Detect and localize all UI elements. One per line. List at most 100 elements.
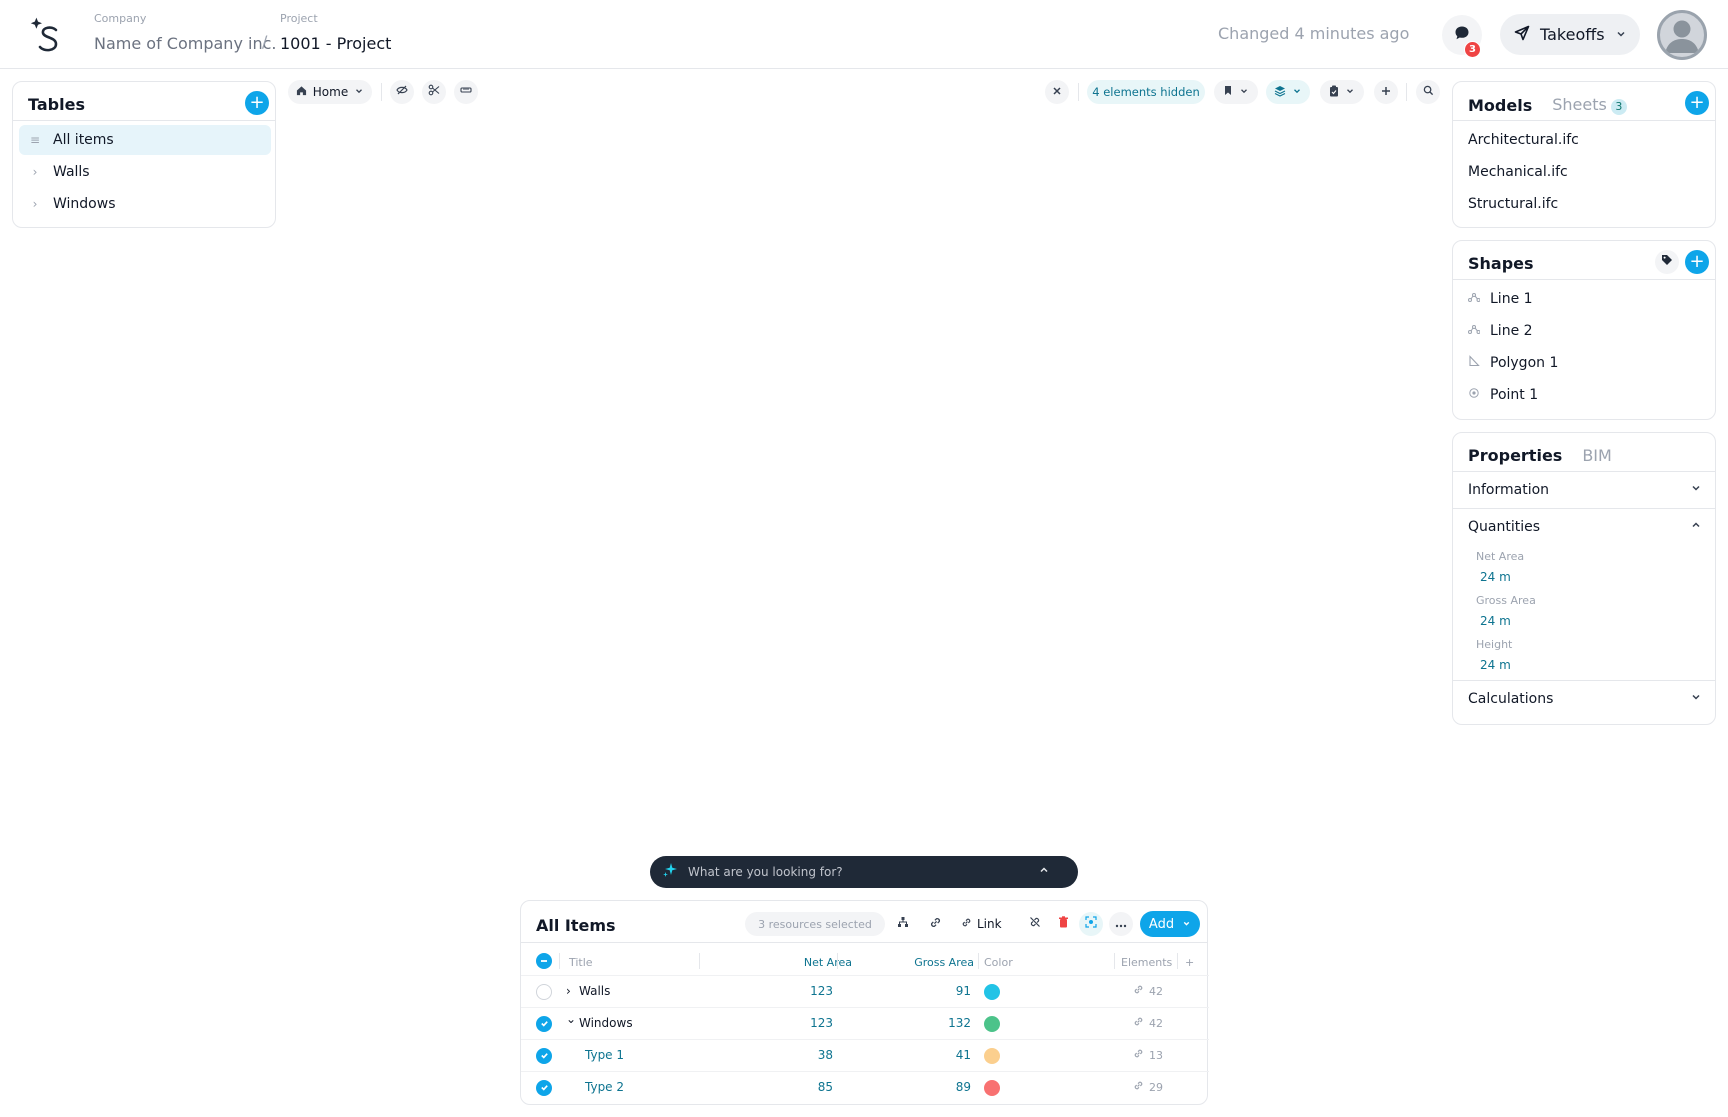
chevron-down-icon (354, 85, 364, 99)
model-item[interactable]: Architectural.ifc (1468, 132, 1579, 148)
check-icon (540, 1048, 549, 1064)
focus-selection-button[interactable] (1079, 912, 1103, 936)
model-item[interactable]: Structural.ifc (1468, 196, 1558, 212)
tab-sheets-label: Sheets (1552, 95, 1607, 114)
row-elements[interactable]: 42 (1133, 1016, 1163, 1030)
layers-icon (1274, 85, 1286, 100)
column-header-net-area[interactable]: Net Area (784, 956, 852, 969)
shape-item-polygon-1[interactable]: Polygon 1 (1468, 355, 1558, 371)
column-divider (559, 953, 560, 969)
company-breadcrumb[interactable]: Company Name of Company inc. (94, 12, 276, 53)
link-settings-button[interactable] (923, 912, 947, 936)
add-dropdown-button[interactable]: Add (1140, 911, 1200, 937)
home-view-dropdown[interactable]: Home (288, 80, 372, 104)
table-row[interactable]: Type 1 38 41 13 (521, 1039, 1209, 1071)
clipboard-dropdown[interactable] (1320, 80, 1364, 104)
shape-item-line-2[interactable]: Line 2 (1468, 323, 1533, 339)
hidden-elements-label: 4 elements hidden (1092, 85, 1200, 99)
chevron-down-icon (1239, 85, 1249, 99)
more-icon (1115, 916, 1127, 932)
zoom-button[interactable] (1416, 80, 1440, 104)
row-elements[interactable]: 13 (1133, 1048, 1163, 1062)
project-breadcrumb[interactable]: Project 1001 - Project (280, 12, 391, 53)
unlink-button[interactable] (1023, 912, 1047, 936)
row-net-area: 85 (817, 1080, 833, 1094)
column-header-color[interactable]: Color (984, 956, 1013, 969)
table-item-walls[interactable]: › Walls (19, 157, 271, 187)
measure-button[interactable] (454, 80, 478, 104)
calculations-section-toggle[interactable]: Calculations (1468, 691, 1702, 707)
chevron-down-icon (1292, 85, 1302, 99)
quantity-value: 24 m (1480, 570, 1511, 584)
table-item-windows[interactable]: › Windows (19, 189, 271, 219)
app-logo[interactable] (30, 16, 64, 54)
shapes-panel: Shapes + Line 1 Line 2 Polygon 1 Point 1 (1452, 240, 1716, 420)
column-header-elements[interactable]: Elements (1121, 956, 1172, 969)
link-button[interactable]: Link (961, 912, 1002, 936)
information-section-toggle[interactable]: Information (1468, 482, 1702, 498)
add-shape-button[interactable]: + (1685, 250, 1709, 274)
chevron-right-icon[interactable]: › (29, 197, 41, 211)
ai-search-bar[interactable] (650, 856, 1078, 888)
chevron-down-icon (1690, 691, 1702, 707)
link-label: Link (977, 917, 1002, 931)
row-checkbox[interactable] (536, 1048, 552, 1064)
plus-icon: + (1689, 251, 1705, 272)
table-row[interactable]: › Walls 123 91 42 (521, 975, 1209, 1007)
row-color-swatch[interactable] (984, 1048, 1000, 1064)
row-net-area: 38 (817, 1048, 833, 1062)
add-column-button[interactable]: + (1185, 956, 1194, 969)
hide-toggle-button[interactable] (390, 80, 414, 104)
row-expander-icon[interactable]: ⌄ (566, 1012, 576, 1026)
chevron-right-icon[interactable]: › (29, 165, 41, 179)
project-name: 1001 - Project (280, 34, 392, 53)
shape-label: Polygon 1 (1490, 355, 1559, 371)
section-cut-button[interactable] (422, 80, 446, 104)
column-header-gross-area[interactable]: Gross Area (904, 956, 974, 969)
company-label: Company (94, 12, 147, 25)
select-all-checkbox[interactable] (536, 953, 552, 969)
table-item-all-items[interactable]: ≡ All items (19, 125, 271, 155)
search-input[interactable] (688, 865, 1028, 879)
toolbar-divider (381, 83, 382, 101)
tag-icon (1661, 254, 1673, 270)
column-header-title[interactable]: Title (569, 956, 593, 969)
clear-hidden-button[interactable] (1045, 80, 1069, 104)
tab-sheets[interactable]: Sheets 3 (1552, 95, 1627, 115)
table-item-label: Windows (53, 196, 116, 212)
add-table-button[interactable]: + (245, 91, 269, 115)
table-row[interactable]: ⌄ Windows 123 132 42 (521, 1007, 1209, 1039)
bookmark-dropdown[interactable] (1214, 80, 1258, 104)
tag-button[interactable] (1655, 250, 1679, 274)
delete-button[interactable] (1051, 912, 1075, 936)
chevron-up-icon[interactable] (1038, 864, 1050, 880)
divider (1453, 279, 1715, 280)
shape-item-line-1[interactable]: Line 1 (1468, 291, 1533, 307)
row-elements[interactable]: 42 (1133, 984, 1163, 998)
tab-models[interactable]: Models (1468, 96, 1532, 115)
add-view-button[interactable] (1374, 80, 1398, 104)
takeoffs-dropdown[interactable]: Takeoffs (1500, 14, 1640, 55)
row-color-swatch[interactable] (984, 1016, 1000, 1032)
row-color-swatch[interactable] (984, 984, 1000, 1000)
model-item[interactable]: Mechanical.ifc (1468, 164, 1568, 180)
more-options-button[interactable] (1109, 912, 1133, 936)
tab-bim[interactable]: BIM (1582, 446, 1612, 465)
table-row[interactable]: Type 2 85 89 29 (521, 1071, 1209, 1103)
add-model-button[interactable]: + (1685, 91, 1709, 115)
hierarchy-button[interactable] (891, 912, 915, 936)
row-checkbox[interactable] (536, 1080, 552, 1096)
row-checkbox[interactable] (536, 984, 552, 1000)
tab-properties[interactable]: Properties (1468, 446, 1562, 465)
row-elements[interactable]: 29 (1133, 1080, 1163, 1094)
project-label: Project (280, 12, 318, 25)
hidden-elements-badge[interactable]: 4 elements hidden (1087, 80, 1205, 104)
row-net-area: 123 (810, 984, 833, 998)
quantities-section-toggle[interactable]: Quantities (1468, 519, 1702, 535)
row-checkbox[interactable] (536, 1016, 552, 1032)
shape-item-point-1[interactable]: Point 1 (1468, 387, 1538, 403)
row-expander-icon[interactable]: › (566, 984, 571, 998)
layers-dropdown[interactable] (1266, 80, 1310, 104)
user-avatar[interactable] (1657, 10, 1707, 60)
row-color-swatch[interactable] (984, 1080, 1000, 1096)
